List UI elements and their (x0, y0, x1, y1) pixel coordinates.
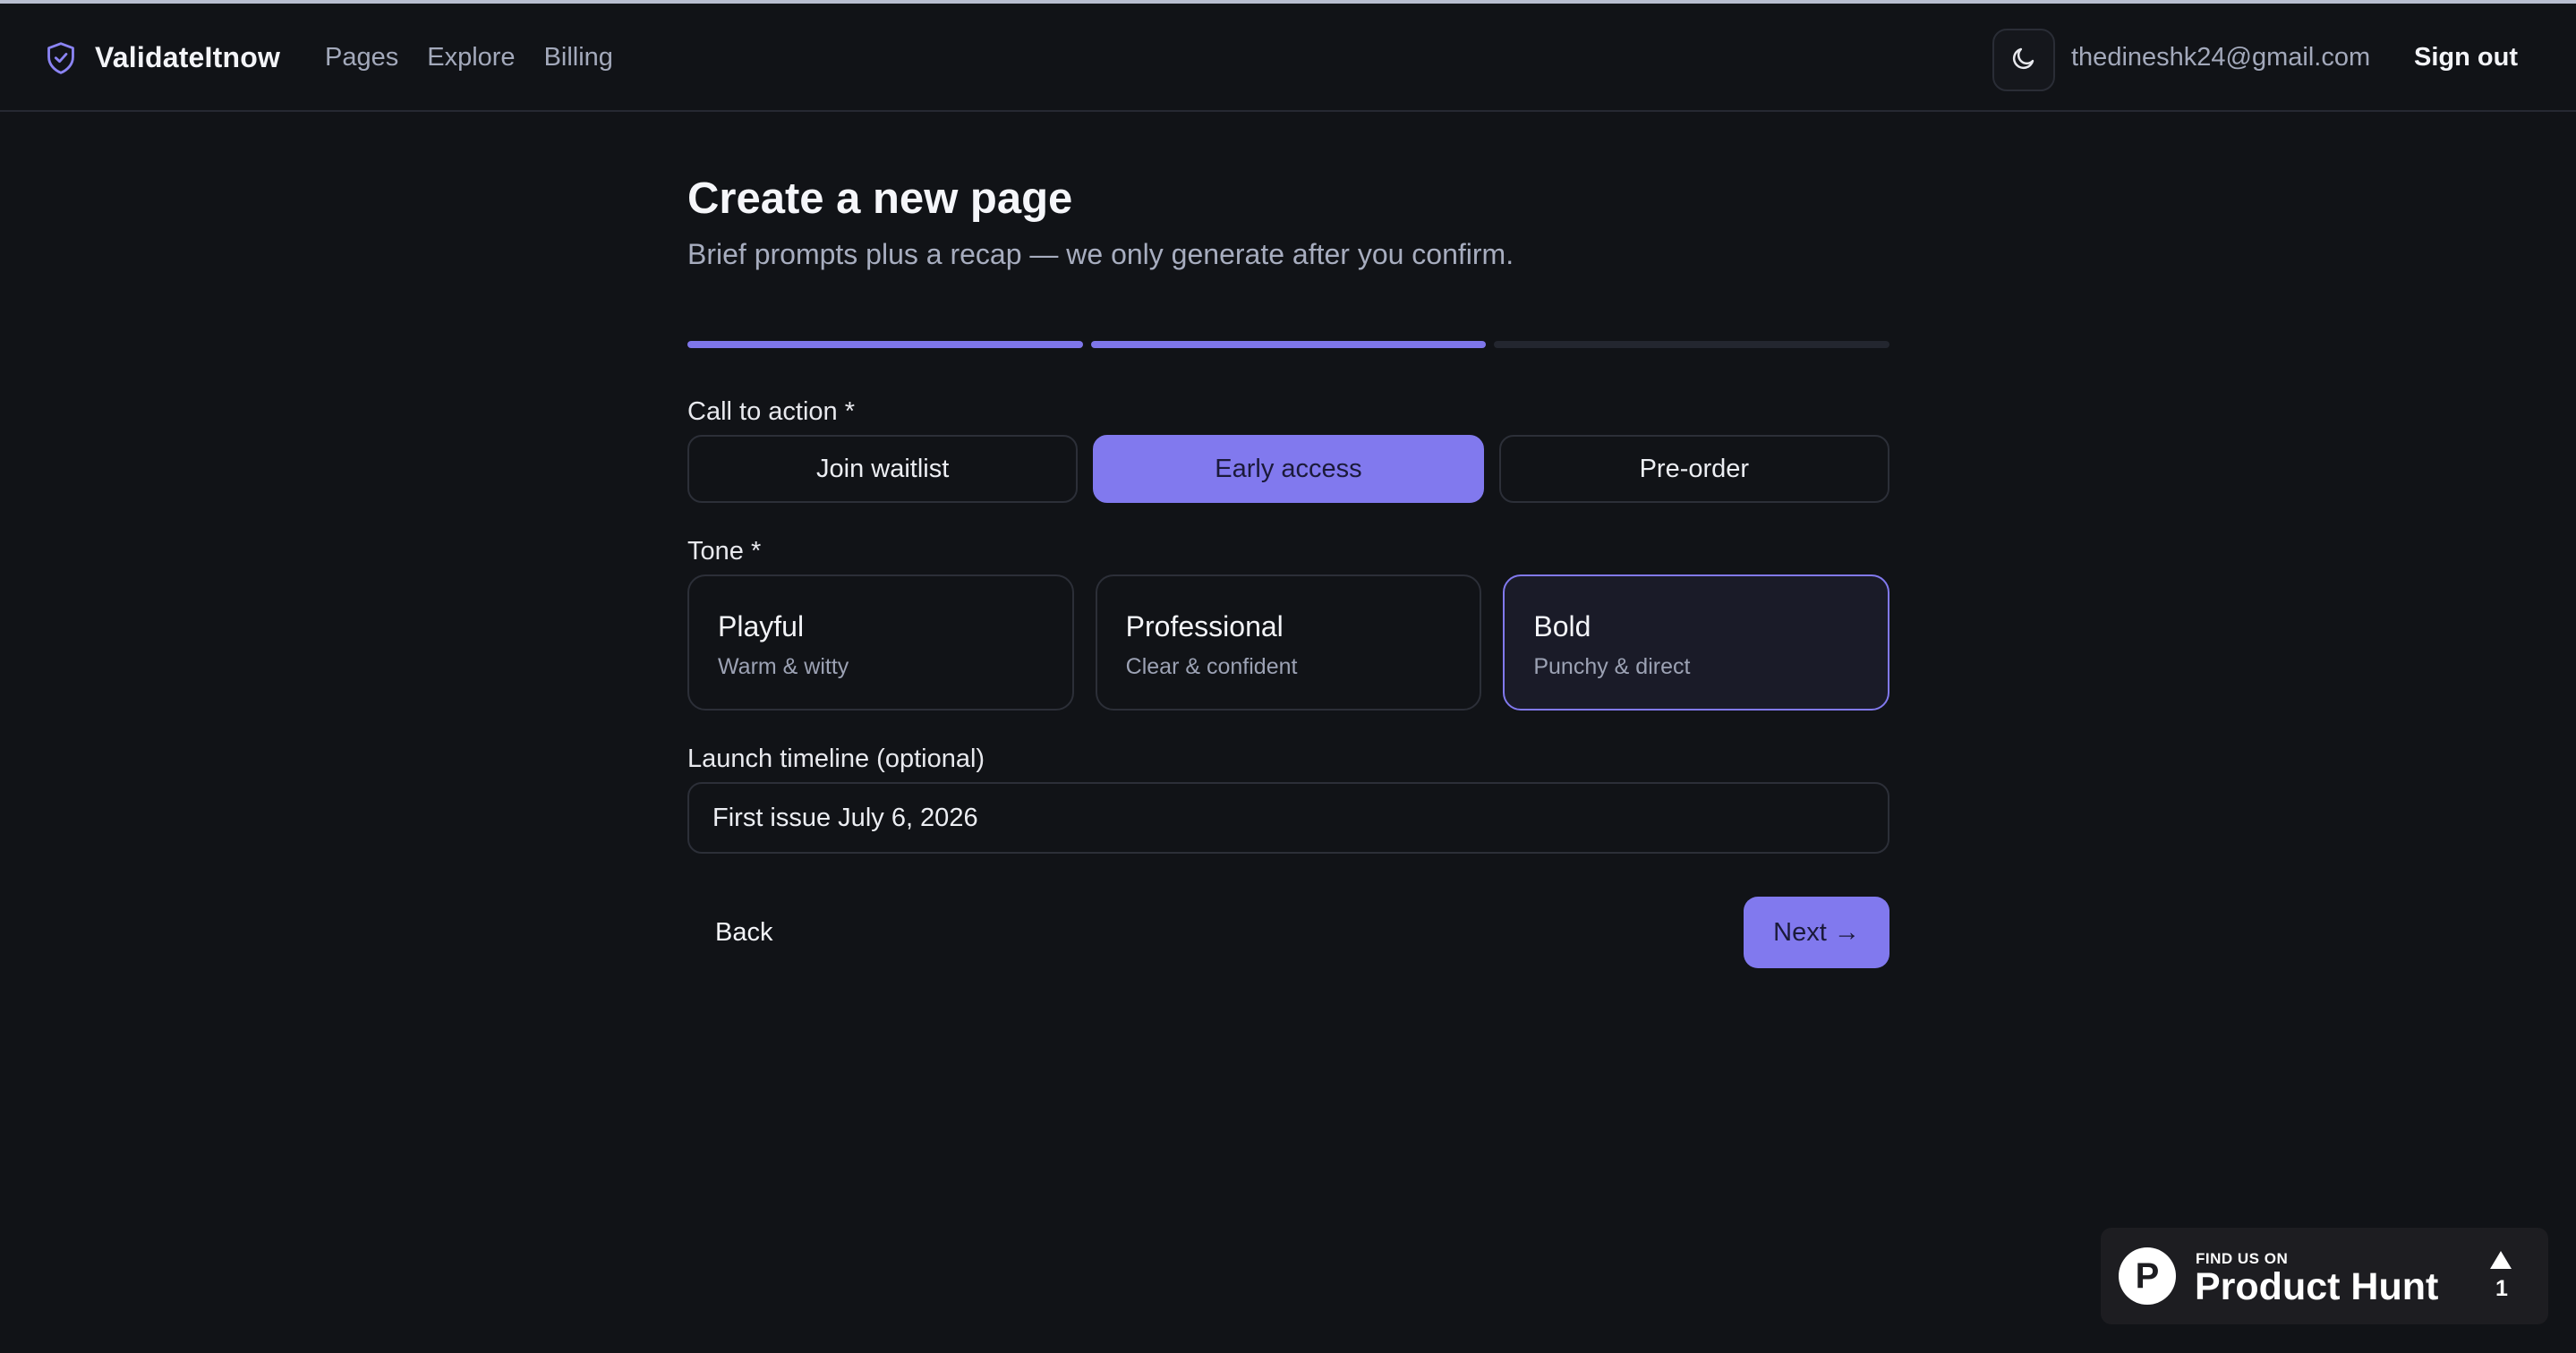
step-progress (687, 341, 1890, 348)
tone-title: Bold (1533, 610, 1591, 642)
back-button[interactable]: Back (715, 897, 772, 968)
progress-step-2 (1090, 341, 1487, 348)
tone-title: Professional (1125, 610, 1284, 642)
nav-link-pages[interactable]: Pages (325, 43, 398, 72)
tone-description: Punchy & direct (1533, 654, 1691, 679)
next-button[interactable]: Next → (1744, 897, 1889, 968)
tone-description: Warm & witty (718, 654, 849, 679)
launch-timeline-input[interactable]: First issue July 6, 2026 (687, 782, 1889, 854)
tone-option-bold[interactable]: Bold Punchy & direct (1503, 574, 1890, 711)
progress-step-1 (687, 341, 1083, 348)
create-page-form: Create a new page Brief prompts plus a r… (687, 170, 1890, 968)
moon-icon (2010, 45, 2037, 76)
tone-title: Playful (718, 610, 805, 642)
cta-options: Join waitlist Early access Pre-order (687, 435, 1889, 503)
tone-option-playful[interactable]: Playful Warm & witty (687, 574, 1074, 711)
tone-description: Clear & confident (1125, 654, 1298, 679)
upvote-triangle-icon (2490, 1251, 2512, 1269)
user-email: thedineshk24@gmail.com (2071, 43, 2371, 72)
tone-options: Playful Warm & witty Professional Clear … (687, 574, 1890, 711)
upvote-count: 1 (2495, 1276, 2508, 1301)
product-hunt-badge[interactable]: P FIND US ON Product Hunt 1 (2101, 1228, 2548, 1324)
cta-option-join-waitlist[interactable]: Join waitlist (687, 435, 1079, 503)
tone-label: Tone * (687, 537, 762, 566)
sign-out-button[interactable]: Sign out (2414, 4, 2518, 112)
nav-link-billing[interactable]: Billing (544, 43, 613, 72)
product-hunt-name: Product Hunt (2195, 1265, 2439, 1308)
page-subtitle: Brief prompts plus a recap — we only gen… (687, 238, 1514, 270)
nav-link-explore[interactable]: Explore (427, 43, 515, 72)
top-navbar: ValidateItnow Pages Explore Billing thed… (0, 4, 2576, 112)
timeline-label: Launch timeline (optional) (687, 745, 985, 773)
cta-option-early-access[interactable]: Early access (1093, 435, 1484, 503)
theme-toggle-button[interactable] (1992, 29, 2055, 91)
page-title: Create a new page (687, 174, 1073, 223)
main-nav: Pages Explore Billing (325, 4, 613, 112)
tone-option-professional[interactable]: Professional Clear & confident (1095, 574, 1482, 711)
cta-label: Call to action * (687, 397, 855, 426)
brand-name: ValidateItnow (95, 41, 281, 73)
product-hunt-logo-icon: P (2119, 1247, 2176, 1305)
shield-check-icon (43, 40, 79, 76)
cta-option-pre-order[interactable]: Pre-order (1498, 435, 1889, 503)
progress-step-3 (1494, 341, 1890, 348)
brand[interactable]: ValidateItnow (43, 4, 280, 112)
